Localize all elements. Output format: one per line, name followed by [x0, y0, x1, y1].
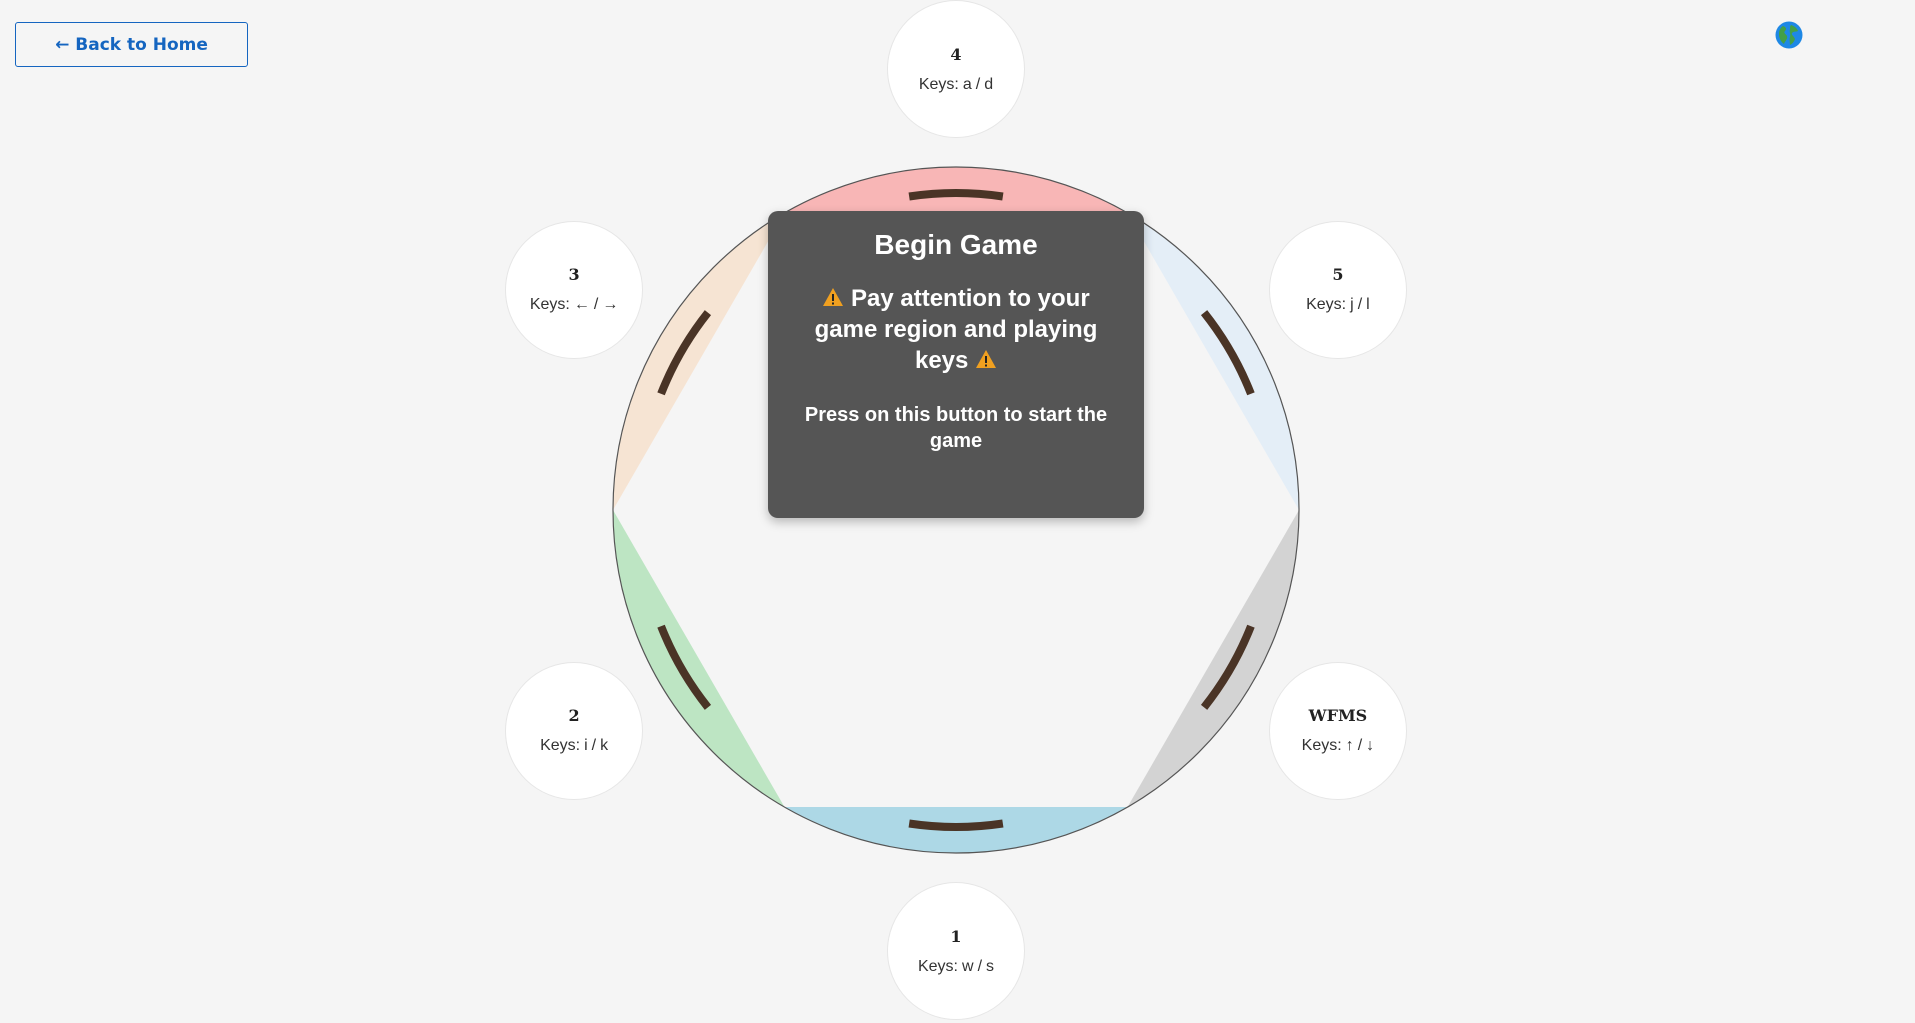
keys-separator: / — [1357, 737, 1363, 754]
player-name: 3 — [568, 265, 580, 284]
keys-separator: / — [591, 737, 597, 754]
player-keys: Keys: j / l — [1306, 296, 1370, 314]
player-name: WFMS — [1308, 706, 1368, 725]
key-left: j — [1350, 296, 1354, 313]
begin-game-button[interactable]: Begin Game Pay attention to your game re… — [768, 211, 1144, 518]
warning-icon — [976, 350, 997, 368]
player-card-3: 3 Keys: ← / → — [505, 220, 644, 359]
keys-prefix: Keys: — [1301, 737, 1342, 754]
warning-message: Pay attention to your game region and pl… — [798, 283, 1114, 376]
warning-text: Pay attention to your game region and pl… — [814, 285, 1098, 374]
player-keys: Keys: ← / → — [530, 296, 618, 314]
warning-icon — [823, 288, 844, 306]
player-card-2: 2 Keys: i / k — [505, 661, 644, 800]
player-keys: Keys: i / k — [540, 737, 608, 755]
keys-separator: / — [975, 75, 981, 93]
player-name: 5 — [1332, 265, 1344, 284]
key-left: ↑ — [1345, 737, 1354, 754]
keys-separator: / — [977, 957, 983, 975]
key-right: k — [600, 737, 609, 754]
begin-game-title: Begin Game — [874, 229, 1038, 260]
keys-prefix: Keys: — [917, 957, 958, 975]
key-left: i — [584, 737, 588, 754]
player-keys: Keys: ↑ / ↓ — [1302, 737, 1374, 755]
player-card-4: 4 Keys: a / d — [887, 0, 1025, 138]
player-card-5: 5 Keys: j / l — [1268, 220, 1407, 359]
key-right: → — [602, 296, 619, 313]
paddle-player-1 — [908, 819, 1004, 831]
key-right: l — [1366, 296, 1370, 313]
key-left: w — [962, 957, 974, 975]
player-name: 4 — [950, 44, 962, 64]
keys-separator: / — [1357, 296, 1363, 313]
player-card-1: 1 Keys: w / s — [887, 882, 1025, 1020]
player-keys: Keys: w / s — [918, 958, 994, 976]
key-right: d — [984, 75, 994, 93]
player-card-6: WFMS Keys: ↑ / ↓ — [1268, 661, 1407, 800]
start-instruction: Press on this button to start the game — [804, 404, 1108, 452]
keys-prefix: Keys: — [918, 75, 959, 93]
key-right: s — [986, 957, 995, 975]
keys-separator: / — [593, 296, 599, 313]
keys-prefix: Keys: — [529, 296, 570, 313]
keys-prefix: Keys: — [1306, 296, 1347, 313]
player-name: 2 — [568, 706, 580, 725]
key-right: ↓ — [1366, 737, 1375, 754]
player-keys: Keys: a / d — [919, 76, 993, 94]
player-name: 1 — [950, 926, 962, 946]
keys-prefix: Keys: — [540, 737, 581, 754]
key-left: a — [962, 75, 972, 93]
key-left: ← — [573, 296, 590, 313]
paddle-player-4 — [908, 189, 1004, 201]
